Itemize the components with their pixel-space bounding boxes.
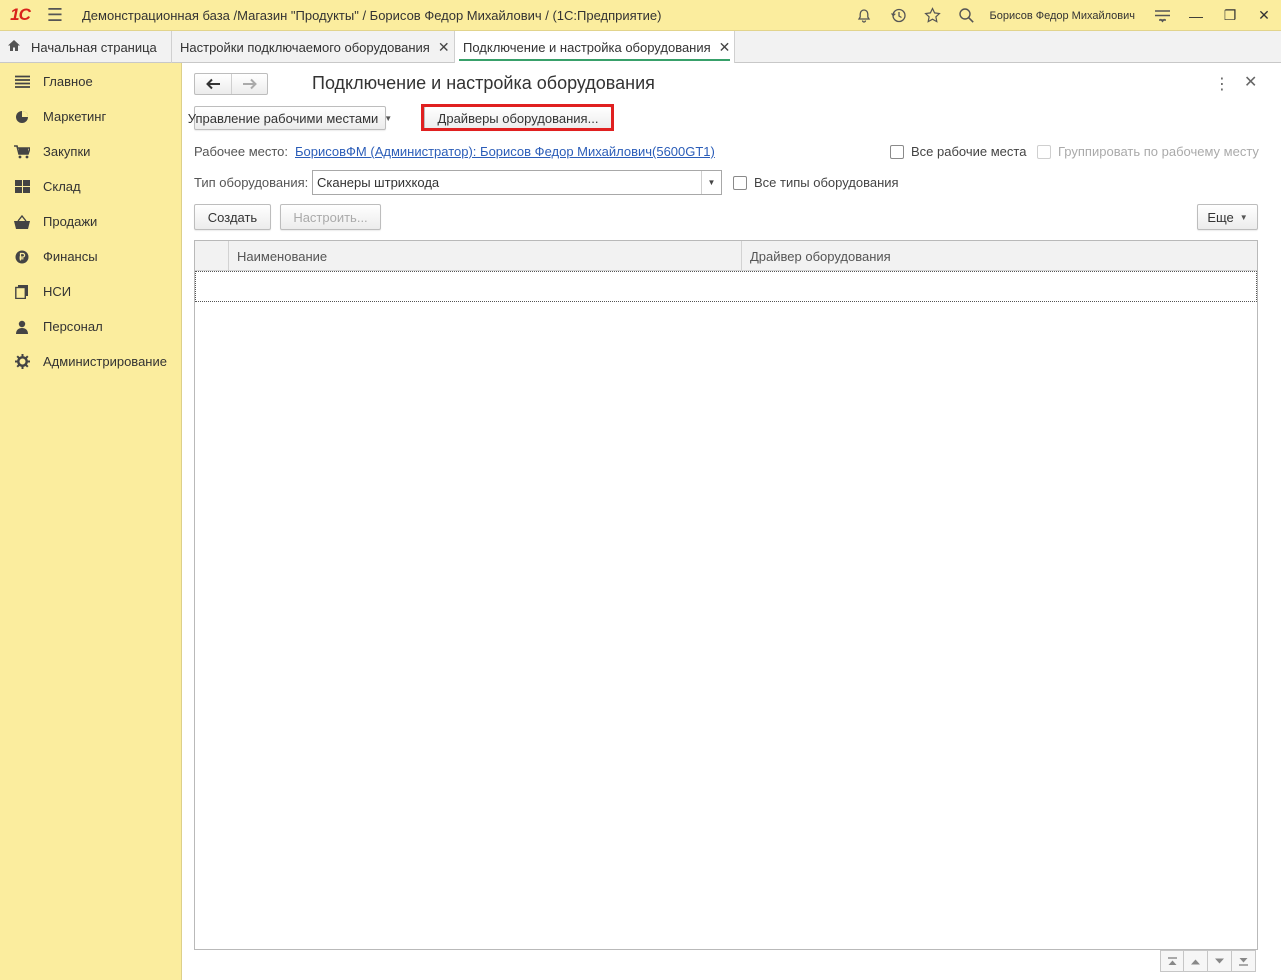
star-icon[interactable] bbox=[915, 0, 949, 31]
chevron-down-icon: ▼ bbox=[384, 113, 393, 123]
row-marker-header bbox=[195, 241, 229, 271]
highlight-frame bbox=[421, 104, 614, 131]
forward-arrow-icon[interactable] bbox=[231, 74, 267, 94]
restore-button[interactable]: ❐ bbox=[1213, 0, 1247, 31]
title-bar-tools: Борисов Федор Михайлович — ❐ ✕ bbox=[847, 0, 1281, 31]
more-button[interactable]: Еще ▼ bbox=[1197, 204, 1258, 230]
home-icon bbox=[7, 39, 21, 55]
tab-label: Подключение и настройка оборудования bbox=[463, 39, 711, 55]
history-icon[interactable] bbox=[881, 0, 915, 31]
sidebar-item-label: Персонал bbox=[43, 319, 103, 334]
cart-icon bbox=[13, 144, 31, 159]
form-area: Подключение и настройка оборудования ⋮ ✕… bbox=[182, 63, 1281, 980]
main-menu-icon[interactable]: ☰ bbox=[40, 0, 70, 31]
sidebar-item-personnel[interactable]: Персонал bbox=[0, 309, 181, 344]
checkbox-label: Группировать по рабочему месту bbox=[1058, 144, 1259, 159]
sidebar-item-purchases[interactable]: Закупки bbox=[0, 134, 181, 169]
sidebar-item-finance[interactable]: Финансы bbox=[0, 239, 181, 274]
search-icon[interactable] bbox=[949, 0, 983, 31]
sidebar-item-warehouse[interactable]: Склад bbox=[0, 169, 181, 204]
tabs-bar: Начальная страница Настройки подключаемо… bbox=[0, 31, 1281, 63]
more-actions-icon[interactable]: ⋮ bbox=[1214, 74, 1230, 94]
grid-icon bbox=[13, 180, 31, 193]
close-window-button[interactable]: ✕ bbox=[1247, 0, 1281, 31]
sidebar-item-administration[interactable]: Администрирование bbox=[0, 344, 181, 379]
checkbox-box[interactable] bbox=[890, 144, 904, 159]
page-title: Подключение и настройка оборудования bbox=[312, 73, 655, 93]
configure-button[interactable]: Настроить... bbox=[280, 204, 381, 230]
sidebar-item-label: Склад bbox=[43, 179, 81, 194]
sidebar-item-label: Продажи bbox=[43, 214, 98, 229]
sidebar-item-label: Закупки bbox=[43, 144, 91, 159]
tab-label: Начальная страница bbox=[31, 39, 157, 55]
close-tab-icon[interactable]: ✕ bbox=[438, 39, 450, 56]
close-form-icon[interactable]: ✕ bbox=[1244, 72, 1257, 92]
catalog-icon bbox=[13, 284, 31, 299]
menu-lines-icon bbox=[13, 75, 31, 88]
table-scroll-buttons bbox=[1160, 950, 1256, 972]
scroll-down-icon[interactable] bbox=[1208, 950, 1232, 972]
chevron-down-icon: ▼ bbox=[1239, 212, 1248, 222]
back-arrow-icon[interactable] bbox=[195, 74, 231, 94]
button-label: Еще bbox=[1207, 209, 1234, 225]
ruble-icon bbox=[13, 250, 31, 264]
button-label: Создать bbox=[207, 209, 258, 225]
bell-icon[interactable] bbox=[847, 0, 881, 31]
all-equipment-types-checkbox[interactable]: Все типы оборудования bbox=[733, 175, 899, 190]
checkbox-label: Все рабочие места bbox=[911, 144, 1027, 159]
checkbox-box bbox=[1037, 144, 1051, 159]
window-title: Демонстрационная база /Магазин "Продукты… bbox=[82, 7, 662, 23]
table-row[interactable] bbox=[195, 271, 1257, 302]
checkbox-label: Все типы оборудования bbox=[754, 175, 899, 190]
button-label: Управление рабочими местами bbox=[187, 110, 379, 126]
basket-icon bbox=[13, 214, 31, 229]
sidebar-item-sales[interactable]: Продажи bbox=[0, 204, 181, 239]
group-by-workplace-checkbox: Группировать по рабочему месту bbox=[1037, 144, 1259, 159]
checkbox-box[interactable] bbox=[733, 175, 747, 190]
sidebar: Главное Маркетинг Закупки Склад Продажи … bbox=[0, 63, 182, 980]
minimize-button[interactable]: — bbox=[1179, 0, 1213, 31]
tab-equipment-connection[interactable]: Подключение и настройка оборудования ✕ bbox=[455, 31, 735, 63]
sidebar-item-nsi[interactable]: НСИ bbox=[0, 274, 181, 309]
workplace-label: Рабочее место: bbox=[194, 144, 289, 159]
scroll-to-top-icon[interactable] bbox=[1160, 950, 1184, 972]
tab-label: Настройки подключаемого оборудования bbox=[180, 39, 430, 55]
close-tab-icon[interactable]: ✕ bbox=[719, 39, 731, 56]
button-label: Настроить... bbox=[293, 209, 368, 225]
pie-chart-icon bbox=[13, 110, 31, 124]
chevron-down-icon[interactable]: ▼ bbox=[701, 171, 721, 194]
sidebar-item-label: Маркетинг bbox=[43, 109, 107, 124]
sidebar-item-label: Администрирование bbox=[43, 354, 167, 369]
settings-menu-icon[interactable] bbox=[1145, 0, 1179, 31]
equipment-table[interactable]: Наименование Драйвер оборудования bbox=[194, 240, 1258, 950]
equipment-type-label: Тип оборудования: bbox=[194, 175, 309, 190]
tab-home[interactable]: Начальная страница bbox=[0, 31, 172, 63]
table-header: Наименование Драйвер оборудования bbox=[195, 241, 1257, 271]
app-logo: 1С bbox=[10, 5, 31, 24]
equipment-type-select[interactable]: Сканеры штрихкода ▼ bbox=[312, 170, 722, 195]
column-header-name[interactable]: Наименование bbox=[229, 241, 742, 271]
all-workplaces-checkbox[interactable]: Все рабочие места bbox=[890, 144, 1026, 159]
current-user[interactable]: Борисов Федор Михайлович bbox=[989, 10, 1135, 22]
scroll-up-icon[interactable] bbox=[1184, 950, 1208, 972]
scroll-to-bottom-icon[interactable] bbox=[1232, 950, 1256, 972]
sidebar-item-label: Главное bbox=[43, 74, 93, 89]
navigation-buttons bbox=[194, 73, 268, 95]
sidebar-item-marketing[interactable]: Маркетинг bbox=[0, 99, 181, 134]
sidebar-item-main[interactable]: Главное bbox=[0, 64, 181, 99]
sidebar-item-label: Финансы bbox=[43, 249, 98, 264]
gear-icon bbox=[13, 354, 31, 369]
column-header-driver[interactable]: Драйвер оборудования bbox=[742, 241, 1257, 271]
workplace-link[interactable]: БорисовФМ (Администратор): Борисов Федор… bbox=[295, 144, 715, 159]
select-value: Сканеры штрихкода bbox=[317, 175, 440, 190]
sidebar-item-label: НСИ bbox=[43, 284, 72, 299]
create-button[interactable]: Создать bbox=[194, 204, 271, 230]
title-bar: 1С ☰ Демонстрационная база /Магазин "Про… bbox=[0, 0, 1281, 31]
manage-workplaces-button[interactable]: Управление рабочими местами ▼ bbox=[188, 106, 392, 130]
person-icon bbox=[13, 320, 31, 334]
tab-equipment-settings[interactable]: Настройки подключаемого оборудования ✕ bbox=[172, 31, 455, 63]
